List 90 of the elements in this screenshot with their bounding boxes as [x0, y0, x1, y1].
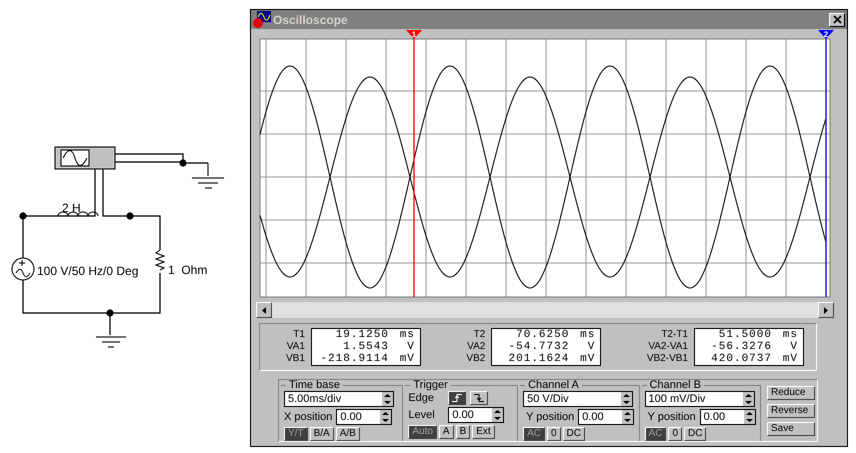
- resistor-label: 1 Ohm: [168, 263, 208, 277]
- readout-unit: mV: [579, 353, 596, 365]
- falling-edge-icon: [474, 394, 484, 402]
- spinner-icon[interactable]: [744, 410, 755, 424]
- readout-unit: V: [586, 341, 596, 353]
- scale-field[interactable]: 50 V/Div: [523, 391, 634, 407]
- coupling-button[interactable]: 0: [668, 427, 682, 441]
- readout-label: VB1: [286, 353, 305, 365]
- field-label: Y position: [525, 411, 574, 423]
- position-field[interactable]: 0.00: [578, 409, 634, 425]
- readout-value: 51.5000: [718, 329, 773, 341]
- readout-value: -56.3276: [710, 341, 773, 353]
- coupling-button[interactable]: 0: [546, 427, 561, 441]
- group-title: Channel A: [527, 380, 580, 391]
- trigger-source-button[interactable]: Ext: [472, 425, 495, 439]
- close-button[interactable]: [829, 12, 845, 26]
- trigger-source-button[interactable]: B: [456, 425, 470, 439]
- readout-label: VB2-VB1: [646, 353, 688, 365]
- window-title: Oscilloscope: [273, 12, 349, 26]
- close-icon: [832, 15, 842, 24]
- readout-label: VA2: [467, 341, 486, 353]
- field-value: 0.00: [704, 411, 726, 423]
- field-value: 5.00ms/div: [288, 393, 342, 405]
- group-title: Time base: [288, 380, 341, 391]
- scroll-left-icon[interactable]: [262, 306, 266, 314]
- field-label: Level: [408, 409, 436, 421]
- field-label: Y position: [646, 411, 696, 423]
- spinner-icon[interactable]: [621, 392, 632, 406]
- coupling-button[interactable]: AC: [644, 427, 666, 441]
- app-icon: [253, 11, 271, 28]
- edge-button[interactable]: [448, 391, 466, 405]
- readout-value: 19.1250: [334, 329, 390, 341]
- readout-unit: V: [789, 341, 798, 353]
- readout-value: -54.7732: [508, 341, 570, 353]
- action-button[interactable]: Reverse: [767, 404, 816, 418]
- spinner-icon[interactable]: [492, 408, 504, 422]
- readout-label: VA2-VA1: [648, 341, 688, 353]
- level-field[interactable]: 0.00: [448, 407, 504, 423]
- readout-label: VB2: [466, 353, 486, 365]
- group-title: Channel B: [648, 380, 702, 391]
- field-value: 0.00: [582, 411, 604, 423]
- scale-field[interactable]: 100 mV/Div: [644, 391, 755, 407]
- readout-label: VA1: [286, 341, 305, 353]
- field-value: 100 mV/Div: [648, 393, 706, 405]
- action-button[interactable]: Reduce: [767, 386, 816, 400]
- readout-unit: mV: [398, 353, 415, 365]
- field-label: X position: [284, 411, 332, 423]
- readout-label: T1: [293, 329, 305, 341]
- readout-value: 70.6250: [515, 329, 570, 341]
- inductor-label: 2 H: [62, 201, 81, 215]
- field-value: 0.00: [340, 411, 362, 423]
- readout-value: 420.0737: [710, 353, 773, 365]
- spinner-icon[interactable]: [742, 392, 754, 406]
- scroll-right-icon[interactable]: [824, 306, 828, 314]
- readout-label: T2: [474, 329, 486, 341]
- mode-button[interactable]: A/B: [336, 427, 360, 441]
- field-value: 0.00: [452, 409, 474, 421]
- edge-button[interactable]: [470, 391, 488, 405]
- spinner-icon[interactable]: [622, 410, 634, 424]
- scale-field[interactable]: 5.00ms/div: [284, 391, 394, 407]
- readout-label: T2-T1: [661, 329, 688, 341]
- position-field[interactable]: 0.00: [700, 409, 756, 425]
- readout-unit: mV: [782, 353, 798, 365]
- spinner-icon[interactable]: [382, 392, 393, 406]
- coupling-button[interactable]: DC: [684, 427, 706, 441]
- coupling-button[interactable]: DC: [562, 427, 585, 441]
- action-button[interactable]: Save: [767, 422, 816, 436]
- readout-unit: ms: [398, 329, 415, 341]
- horizontal-scrollbar[interactable]: [256, 302, 834, 318]
- field-value: 50 V/Div: [527, 393, 569, 405]
- readout-value: -218.9114: [319, 353, 390, 365]
- rising-edge-icon: [452, 394, 462, 402]
- spinner-icon[interactable]: [380, 410, 392, 424]
- readout-unit: V: [406, 341, 415, 353]
- field-label: Edge: [408, 392, 436, 404]
- group-title: Trigger: [412, 380, 449, 391]
- source-label: 100 V/50 Hz/0 Deg: [37, 264, 138, 278]
- mode-button[interactable]: Y/T: [284, 427, 308, 441]
- position-field[interactable]: 0.00: [336, 409, 392, 425]
- trigger-source-button[interactable]: Auto: [408, 425, 437, 439]
- coupling-button[interactable]: AC: [523, 427, 545, 441]
- mode-button[interactable]: B/A: [310, 427, 334, 441]
- readout-value: 1.5543: [342, 341, 390, 353]
- cursor-label: 1: [412, 30, 416, 39]
- cursor-line[interactable]: [825, 39, 827, 297]
- readout-value: 201.1624: [508, 353, 570, 365]
- trigger-source-button[interactable]: A: [438, 425, 454, 439]
- readout-unit: ms: [579, 329, 596, 341]
- cursor-label: 2: [824, 30, 828, 39]
- readout-unit: ms: [782, 329, 798, 341]
